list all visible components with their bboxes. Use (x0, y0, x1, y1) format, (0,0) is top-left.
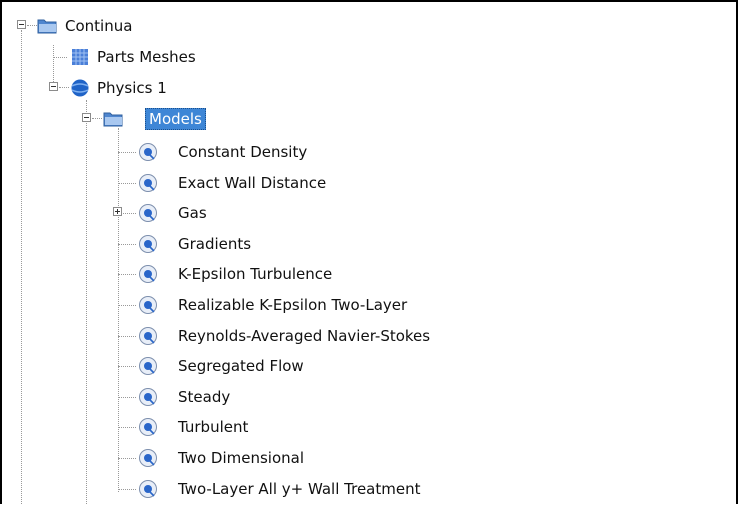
tree-item-model[interactable]: K-Epsilon Turbulence (0, 262, 500, 286)
tree-item-continua[interactable]: Continua (0, 14, 300, 38)
tree-item-label-selected: Models (145, 108, 206, 130)
sphere-icon (71, 79, 89, 97)
tree-item-label: Gradients (178, 235, 252, 253)
tree-guide-line (59, 87, 69, 88)
tree-item-label: Segregated Flow (178, 357, 304, 375)
mesh-grid-icon (72, 49, 88, 65)
tree-guide-line (118, 305, 136, 306)
tree-item-models[interactable]: Models (0, 107, 300, 131)
tree-item-model[interactable]: Realizable K-Epsilon Two-Layer (0, 293, 500, 317)
model-node-icon (139, 235, 157, 253)
tree-item-model[interactable]: Constant Density (0, 140, 500, 164)
tree-item-label: Turbulent (178, 418, 249, 436)
model-node-icon (139, 418, 157, 436)
tree-item-model[interactable]: Gas (0, 201, 500, 225)
frame-edge (0, 504, 742, 508)
tree-guide-line (27, 25, 37, 26)
model-node-icon (139, 357, 157, 375)
model-node-icon (139, 388, 157, 406)
tree-item-label: Steady (178, 388, 231, 406)
tree-item-label: Physics 1 (97, 79, 167, 97)
simulation-tree: Continua Parts Meshes Physics 1 Models C… (0, 0, 738, 508)
tree-item-label: Realizable K-Epsilon Two-Layer (178, 296, 408, 314)
model-node-icon (139, 174, 157, 192)
tree-item-label: Continua (65, 17, 133, 35)
tree-guide-line (118, 183, 136, 184)
folder-icon (103, 112, 123, 127)
tree-guide-line (118, 366, 136, 367)
tree-item-model[interactable]: Exact Wall Distance (0, 171, 500, 195)
tree-item-label: K-Epsilon Turbulence (178, 265, 333, 283)
tree-item-label: Two-Layer All y+ Wall Treatment (178, 480, 421, 498)
tree-item-model[interactable]: Two-Layer All y+ Wall Treatment (0, 477, 500, 501)
tree-item-label: Gas (178, 204, 207, 222)
collapse-toggle[interactable] (49, 82, 58, 91)
model-node-icon (139, 480, 157, 498)
model-node-icon (139, 449, 157, 467)
tree-item-model[interactable]: Segregated Flow (0, 354, 500, 378)
tree-item-label: Constant Density (178, 143, 308, 161)
tree-guide-line (118, 336, 136, 337)
tree-item-model[interactable]: Turbulent (0, 415, 500, 439)
collapse-toggle[interactable] (82, 113, 91, 122)
tree-item-model[interactable]: Gradients (0, 232, 500, 256)
expand-toggle[interactable] (113, 207, 122, 216)
tree-guide-line (118, 397, 136, 398)
tree-item-physics-1[interactable]: Physics 1 (0, 76, 300, 100)
tree-guide-line (118, 152, 136, 153)
tree-item-label: Reynolds-Averaged Navier-Stokes (178, 327, 431, 345)
collapse-toggle[interactable] (17, 20, 26, 29)
tree-item-model[interactable]: Two Dimensional (0, 446, 500, 470)
tree-guide-line (118, 244, 136, 245)
model-node-icon (139, 204, 157, 222)
tree-guide-line (92, 118, 102, 119)
tree-guide-line (118, 427, 136, 428)
model-node-icon (139, 296, 157, 314)
tree-item-parts-meshes[interactable]: Parts Meshes (0, 45, 300, 69)
tree-guide-line (118, 274, 136, 275)
tree-guide-line (53, 57, 67, 58)
tree-item-model[interactable]: Reynolds-Averaged Navier-Stokes (0, 324, 500, 348)
tree-item-label: Two Dimensional (178, 449, 304, 467)
tree-item-model[interactable]: Steady (0, 385, 500, 409)
tree-guide-line (118, 489, 136, 490)
model-node-icon (139, 327, 157, 345)
tree-guide-line (118, 458, 136, 459)
tree-item-label: Parts Meshes (97, 48, 196, 66)
folder-icon (37, 19, 57, 34)
model-node-icon (139, 265, 157, 283)
model-node-icon (139, 143, 157, 161)
tree-item-label: Exact Wall Distance (178, 174, 327, 192)
